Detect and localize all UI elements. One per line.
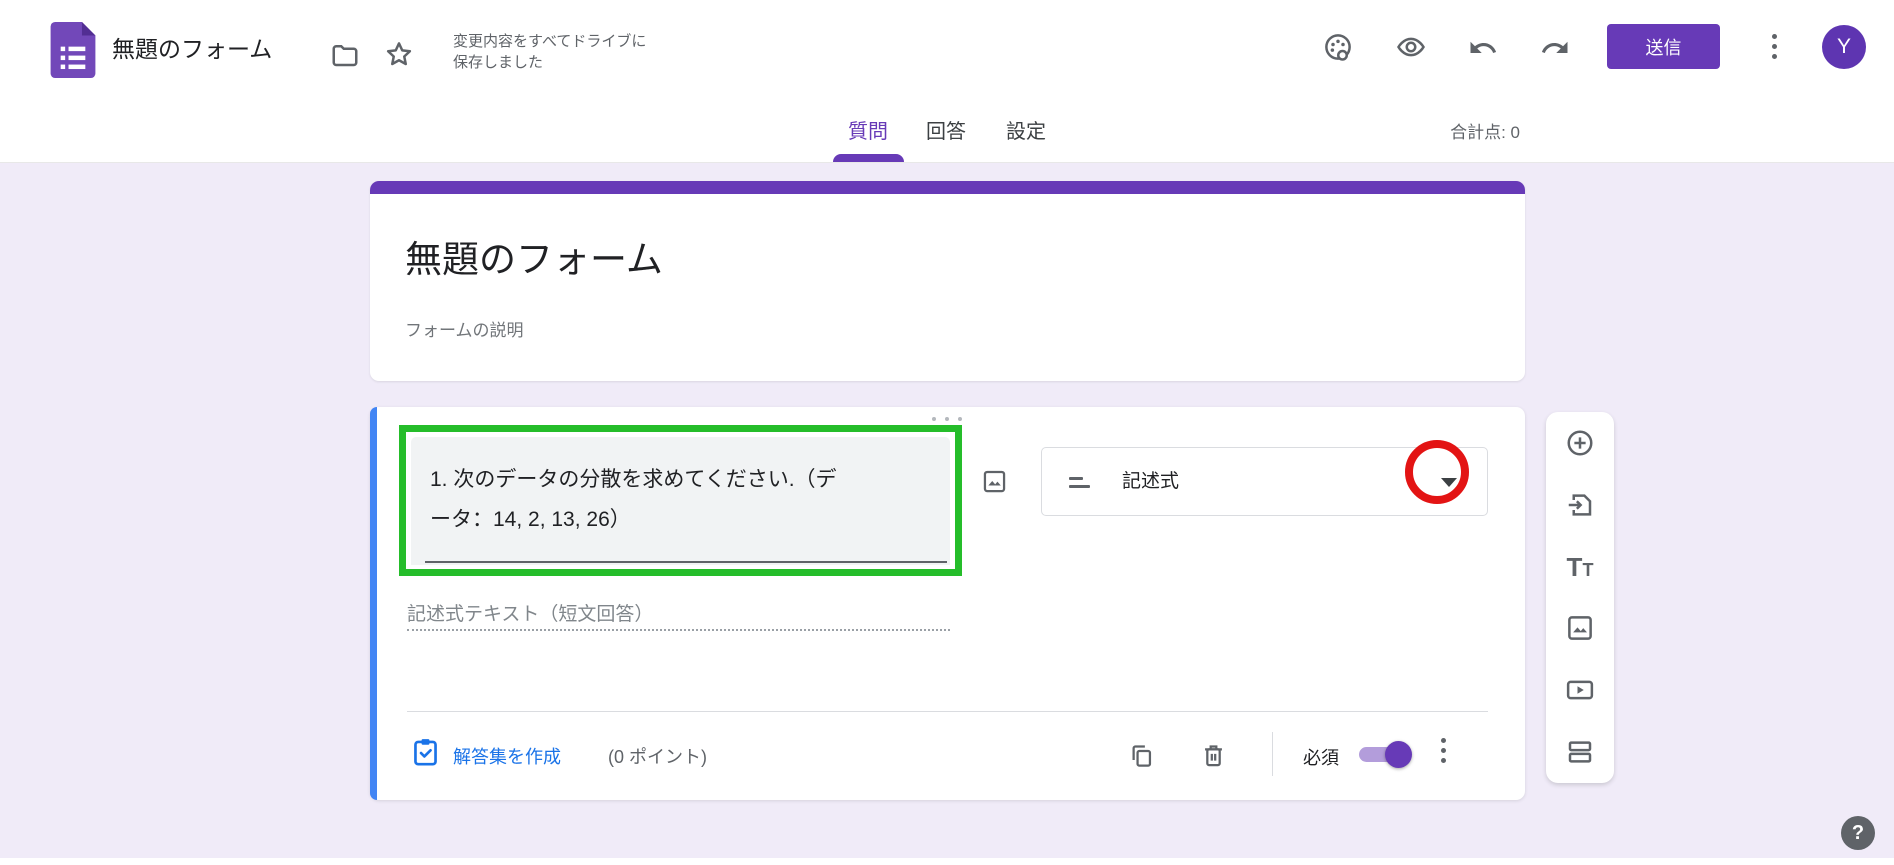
send-button[interactable]: 送信	[1607, 24, 1720, 69]
add-title-description-button[interactable]: TT	[1546, 536, 1614, 598]
star-icon[interactable]	[384, 39, 414, 69]
help-button[interactable]: ?	[1841, 816, 1875, 850]
question-active-accent	[370, 407, 377, 800]
question-text: 1. 次のデータの分散を求めてください.（デ ータ：14, 2, 13, 26）	[430, 460, 935, 540]
form-title-card: 無題のフォーム フォームの説明	[370, 181, 1525, 381]
add-question-button[interactable]	[1546, 412, 1614, 474]
form-title-input[interactable]: 無題のフォーム	[405, 229, 663, 283]
card-divider	[407, 711, 1488, 712]
required-label: 必須	[1303, 744, 1339, 770]
add-image-button[interactable]	[1546, 597, 1614, 659]
card-accent-bar	[370, 181, 1525, 194]
total-points-label: 合計点: 0	[1380, 103, 1520, 163]
points-label: (0 ポイント)	[608, 743, 707, 769]
insert-toolbar: TT	[1546, 412, 1614, 783]
input-underline	[425, 561, 947, 563]
delete-trash-icon[interactable]	[1200, 742, 1227, 769]
document-title[interactable]: 無題のフォーム	[112, 30, 272, 64]
short-answer-icon	[1069, 477, 1091, 488]
answer-placeholder: 記述式テキスト（短文回答）	[407, 599, 653, 626]
move-folder-icon[interactable]	[330, 40, 360, 70]
forms-logo-icon[interactable]	[50, 22, 96, 78]
drag-handle-icon[interactable]	[932, 417, 962, 421]
more-options-icon[interactable]	[1764, 30, 1785, 63]
dropdown-caret-icon[interactable]	[1441, 478, 1457, 487]
row-divider	[1272, 732, 1273, 776]
question-text-input[interactable]: 1. 次のデータの分散を求めてください.（デ ータ：14, 2, 13, 26）	[411, 437, 950, 565]
google-forms-editor: 無題のフォーム 変更内容をすべてドライブに 保存しました 送信	[0, 0, 1894, 865]
add-image-to-question-button[interactable]	[976, 463, 1012, 499]
required-toggle[interactable]	[1359, 741, 1414, 768]
add-video-button[interactable]	[1546, 659, 1614, 721]
active-tab-indicator	[833, 154, 904, 162]
tab-settings[interactable]: 設定	[996, 103, 1056, 163]
question-card: 1. 次のデータの分散を求めてください.（デ ータ：14, 2, 13, 26）…	[370, 407, 1525, 800]
toggle-knob	[1385, 741, 1412, 768]
add-section-button[interactable]	[1546, 721, 1614, 783]
question-type-dropdown[interactable]: 記述式	[1041, 447, 1488, 516]
form-description-input[interactable]: フォームの説明	[405, 316, 524, 341]
question-type-value: 記述式	[1122, 448, 1179, 517]
duplicate-icon[interactable]	[1128, 742, 1155, 769]
save-status: 変更内容をすべてドライブに 保存しました	[453, 31, 713, 73]
redo-icon[interactable]	[1540, 33, 1570, 63]
theme-palette-icon[interactable]	[1323, 32, 1353, 62]
answer-key-icon	[412, 738, 439, 767]
import-questions-button[interactable]	[1546, 474, 1614, 536]
top-bar: 無題のフォーム 変更内容をすべてドライブに 保存しました 送信	[0, 0, 1894, 103]
preview-eye-icon[interactable]	[1396, 32, 1426, 62]
tab-responses[interactable]: 回答	[916, 103, 976, 163]
answer-field-line	[407, 629, 950, 631]
answer-key-link[interactable]: 解答集を作成	[453, 743, 561, 769]
tab-bar: 質問 回答 設定 合計点: 0	[0, 103, 1894, 163]
account-avatar[interactable]: Y	[1822, 25, 1866, 69]
undo-icon[interactable]	[1468, 33, 1498, 63]
question-more-options-icon[interactable]	[1433, 735, 1454, 766]
